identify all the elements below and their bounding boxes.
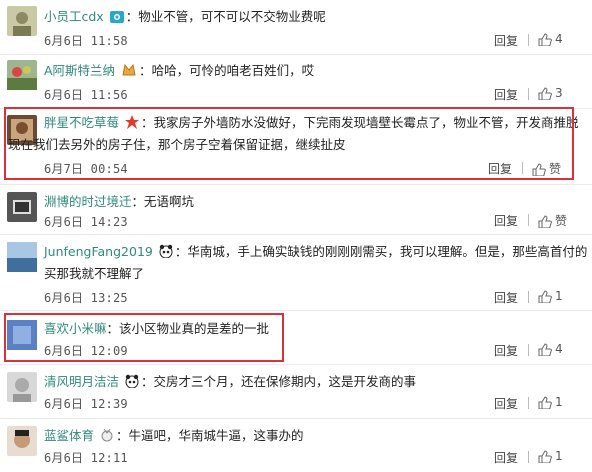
like-count: 1 <box>555 395 563 409</box>
avatar[interactable] <box>7 6 37 36</box>
medal-badge-icon <box>100 428 114 447</box>
star-badge-icon <box>125 115 139 134</box>
thumbs-up-icon <box>538 290 552 304</box>
like-button[interactable]: 1 <box>538 395 563 410</box>
like-button[interactable]: 3 <box>538 86 563 101</box>
panda-badge-icon <box>125 374 139 393</box>
divider <box>528 291 529 303</box>
comment-text-continued: 现在我们去另外的房子住，那个房子空着保留证据，继续扯皮 <box>8 137 346 152</box>
reply-button[interactable]: 回复 <box>488 160 512 177</box>
divider <box>522 162 523 174</box>
comment-text: 哈哈，可怜的咱老百姓们，哎 <box>151 63 315 78</box>
avatar-image-icon <box>13 200 31 214</box>
comment-item: 小员工cdx ：物业不管，可不可以不交物业费呢 6月6日 11:58 回复 4 <box>0 0 592 54</box>
comment-text-continued: 买那我就不理解了 <box>44 266 145 281</box>
thumbs-up-icon <box>538 450 552 464</box>
username[interactable]: 蓝鲨体育 <box>44 428 94 443</box>
avatar-image-icon <box>14 430 30 448</box>
username[interactable]: 清风明月洁洁 <box>44 374 119 389</box>
gold-badge-icon <box>121 63 137 82</box>
username[interactable]: 小员工cdx <box>44 9 104 24</box>
like-button[interactable]: 4 <box>538 32 563 47</box>
avatar[interactable] <box>7 426 37 456</box>
comment-text: 交房才三个月，还在保修期内，这是开发商的事 <box>153 374 417 389</box>
divider <box>528 88 529 100</box>
avatar-image-icon <box>7 320 37 350</box>
like-button[interactable]: 4 <box>538 342 563 357</box>
comment-text: 我家房子外墙防水没做好，下完雨发现墙壁长霉点了，物业不管，开发商推脱 <box>153 115 579 130</box>
avatar-image-icon <box>13 378 31 402</box>
thumbs-up-icon <box>538 396 552 410</box>
like-button[interactable]: 1 <box>538 289 563 304</box>
avatar-image-icon <box>7 242 37 272</box>
avatar[interactable] <box>7 320 37 350</box>
comment-item: 淵博的时过境迁：无语啊坑 6月6日 14:23 回复 赞 <box>0 184 592 234</box>
avatar[interactable] <box>7 242 37 272</box>
comment-item: 喜欢小米嘛：该小区物业真的是差的一批 6月6日 12:09 回复 4 <box>0 310 592 364</box>
divider <box>528 344 529 356</box>
thumbs-up-icon <box>538 215 552 229</box>
comment-item: 蓝鲨体育 ：牛逼吧，华南城牛逼，这事办的 6月6日 12:11 回复 1 <box>0 418 592 472</box>
like-count: 4 <box>555 32 563 46</box>
like-count: 赞 <box>555 214 568 228</box>
username[interactable]: A阿斯特兰纳 <box>44 63 115 78</box>
comment-list: 小员工cdx ：物业不管，可不可以不交物业费呢 6月6日 11:58 回复 4 … <box>0 0 592 472</box>
thumbs-up-icon <box>538 33 552 47</box>
username[interactable]: 胖星不吃草莓 <box>44 115 119 130</box>
username[interactable]: 喜欢小米嘛 <box>44 321 107 336</box>
comment-time: 6月6日 12:09 <box>44 344 128 358</box>
avatar-image-icon <box>13 12 31 36</box>
comment-text: 物业不管，可不可以不交物业费呢 <box>138 9 326 24</box>
eye-badge-icon <box>109 10 124 28</box>
divider <box>528 451 529 463</box>
like-button[interactable]: 1 <box>538 449 563 464</box>
comment-item: 胖星不吃草莓 ：我家房子外墙防水没做好，下完雨发现墙壁长霉点了，物业不管，开发商… <box>0 108 592 184</box>
reply-button[interactable]: 回复 <box>494 289 518 306</box>
like-count: 赞 <box>549 162 562 176</box>
like-count: 3 <box>555 86 563 100</box>
comment-text: 牛逼吧，华南城牛逼，这事办的 <box>128 428 304 443</box>
comment-item: A阿斯特兰纳 ：哈哈，可怜的咱老百姓们，哎 6月6日 11:56 回复 3 <box>0 54 592 108</box>
username[interactable]: JunfengFang2019 <box>44 244 153 259</box>
reply-button[interactable]: 回复 <box>494 32 518 49</box>
divider <box>528 214 529 226</box>
reply-button[interactable]: 回复 <box>494 395 518 412</box>
like-count: 1 <box>555 289 563 303</box>
avatar[interactable] <box>7 192 37 222</box>
thumbs-up-icon <box>538 87 552 101</box>
reply-button[interactable]: 回复 <box>494 86 518 103</box>
comment-time: 6月6日 11:56 <box>44 88 128 102</box>
reply-button[interactable]: 回复 <box>494 449 518 466</box>
like-button[interactable]: 赞 <box>532 160 561 177</box>
thumbs-up-icon <box>538 343 552 357</box>
like-count: 1 <box>555 449 563 463</box>
avatar-image-icon <box>7 66 37 90</box>
panda-badge-icon <box>159 244 173 263</box>
reply-button[interactable]: 回复 <box>494 342 518 359</box>
avatar[interactable] <box>7 372 37 402</box>
comment-text: 该小区物业真的是差的一批 <box>119 321 270 336</box>
username[interactable]: 淵博的时过境迁 <box>44 194 132 209</box>
comment-time: 6月6日 12:11 <box>44 451 128 465</box>
comment-item: 清风明月洁洁 ：交房才三个月，还在保修期内，这是开发商的事 6月6日 12:39… <box>0 364 592 418</box>
reply-button[interactable]: 回复 <box>494 212 518 229</box>
like-button[interactable]: 赞 <box>538 212 567 229</box>
comment-time: 6月6日 14:23 <box>44 215 128 229</box>
comment-text: 无语啊坑 <box>144 194 195 209</box>
divider <box>528 397 529 409</box>
like-count: 4 <box>555 342 563 356</box>
divider <box>528 34 529 46</box>
comment-time: 6月6日 13:25 <box>44 291 128 305</box>
thumbs-up-icon <box>532 163 546 177</box>
comment-text: 华南城，手上确实缺钱的刚刚刚需买，我可以理解。但是，那些高首付的 <box>187 244 588 259</box>
avatar[interactable] <box>7 60 37 90</box>
comment-time: 6月6日 12:39 <box>44 397 128 411</box>
comment-time: 6月6日 11:58 <box>44 34 128 48</box>
comment-item: JunfengFang2019 ：华南城，手上确实缺钱的刚刚刚需买，我可以理解。… <box>0 234 592 310</box>
comment-time: 6月7日 00:54 <box>44 162 128 176</box>
